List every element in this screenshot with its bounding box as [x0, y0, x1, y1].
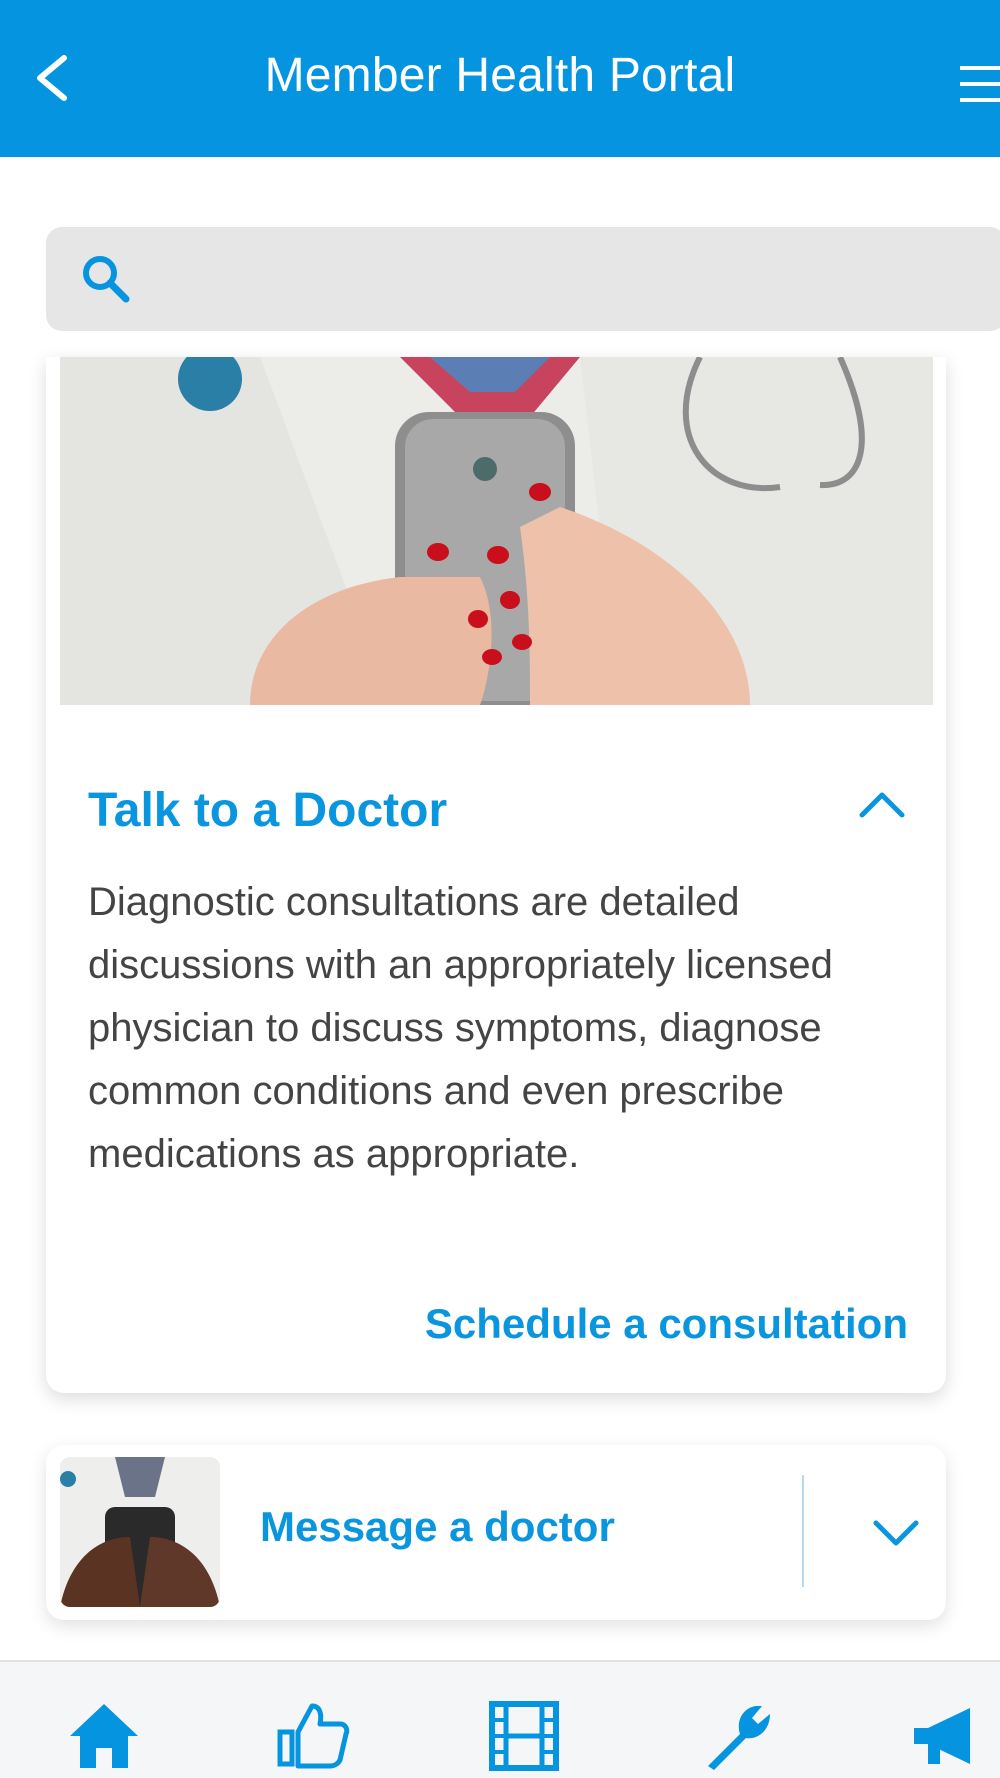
- chevron-up-icon[interactable]: [854, 777, 910, 833]
- talk-to-doctor-card: Talk to a Doctor Diagnostic consultation…: [46, 357, 946, 1393]
- divider: [802, 1475, 804, 1587]
- schedule-consultation-link[interactable]: Schedule a consultation: [425, 1300, 908, 1348]
- film-icon[interactable]: [486, 1698, 562, 1774]
- doctor-thumbnail-image: [60, 1457, 220, 1607]
- megaphone-icon[interactable]: [910, 1698, 986, 1774]
- hamburger-menu-icon[interactable]: [958, 62, 1000, 106]
- search-bar[interactable]: [46, 227, 1000, 331]
- chevron-down-icon[interactable]: [868, 1505, 924, 1561]
- search-input[interactable]: [156, 247, 936, 311]
- doctor-phone-image: [60, 357, 933, 705]
- bottom-tab-bar: [0, 1660, 1000, 1778]
- search-icon: [83, 256, 130, 303]
- app-header: Member Health Portal: [0, 0, 1000, 157]
- list-item-label: Message a doctor: [260, 1503, 615, 1550]
- card-description: Diagnostic consultations are detailed di…: [88, 880, 833, 1176]
- wrench-icon[interactable]: [700, 1698, 776, 1774]
- message-doctor-item[interactable]: Message a doctor: [46, 1445, 946, 1620]
- card-title: Talk to a Doctor: [88, 784, 448, 837]
- home-icon[interactable]: [66, 1698, 142, 1774]
- thumbs-up-icon[interactable]: [276, 1698, 352, 1774]
- page-title: Member Health Portal: [264, 49, 736, 102]
